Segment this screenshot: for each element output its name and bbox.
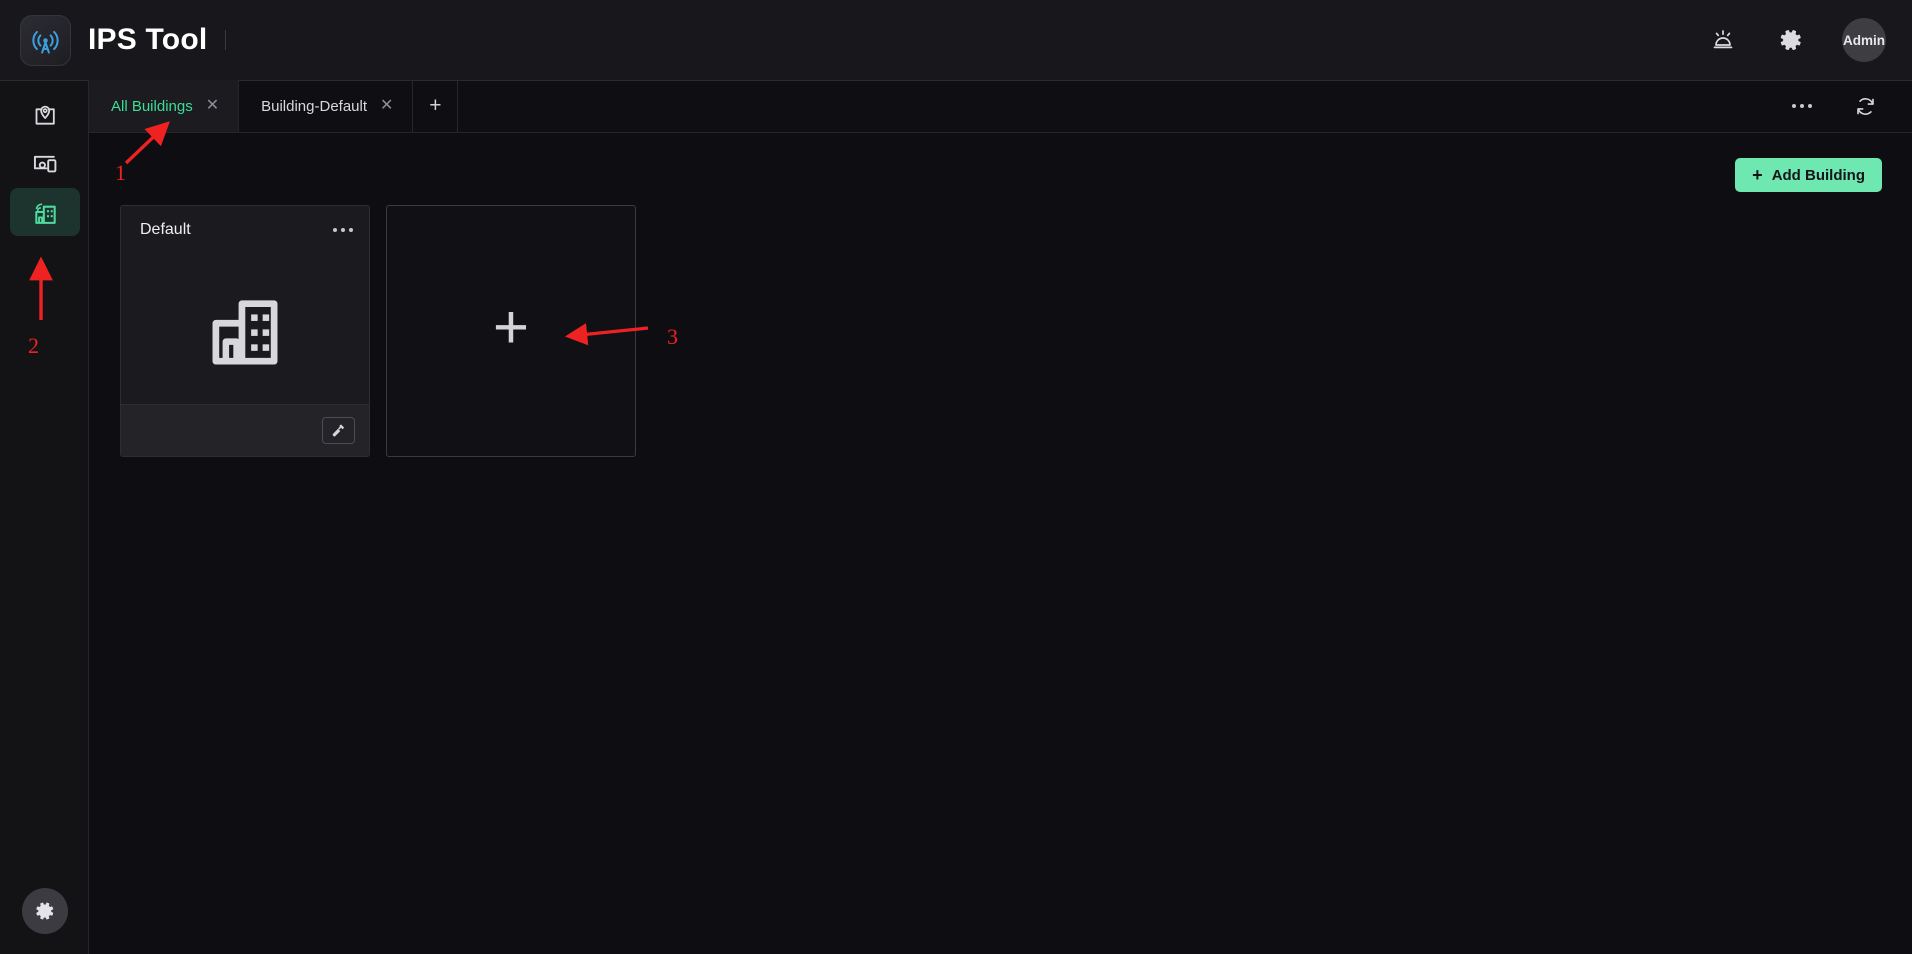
sidebar-item-map[interactable] (10, 92, 80, 140)
alarm-button[interactable] (1706, 23, 1740, 57)
building-card[interactable]: Default (120, 205, 370, 457)
content-area: + Add Building Default + (89, 133, 1912, 954)
refresh-icon (1856, 97, 1874, 115)
building-card-header: Default (121, 206, 369, 254)
dot (1808, 104, 1812, 108)
hammer-icon (332, 424, 345, 437)
tab-all-buildings[interactable]: All Buildings ✕ (89, 80, 240, 132)
app-root: IPS Tool Admin All Buildings ✕ Building-… (0, 0, 1912, 954)
tab-building-default[interactable]: Building-Default ✕ (239, 80, 414, 132)
gear-icon (36, 902, 54, 920)
alarm-icon (1713, 30, 1733, 49)
dot (349, 228, 353, 232)
app-logo (20, 14, 71, 66)
devices-icon (33, 155, 56, 172)
building-card-grid: Default + (120, 205, 636, 457)
add-building-label: Add Building (1771, 166, 1865, 184)
tab-label: All Buildings (111, 97, 193, 115)
more-options-button[interactable] (1792, 104, 1812, 108)
tab-bar: All Buildings ✕ Building-Default ✕ + (89, 80, 1912, 133)
dot (1792, 104, 1796, 108)
tab-close-icon[interactable]: ✕ (206, 98, 219, 114)
building-card-footer (121, 404, 369, 456)
add-building-card[interactable]: + (386, 205, 636, 457)
sidebar (0, 81, 89, 954)
sidebar-settings-button[interactable] (22, 888, 68, 934)
sidebar-item-buildings[interactable] (10, 188, 80, 236)
tabbar-actions (1792, 80, 1882, 132)
gear-icon (1780, 30, 1801, 51)
building-card-title: Default (140, 221, 191, 238)
dot (333, 228, 337, 232)
header-divider (225, 30, 227, 50)
building-icon (34, 202, 56, 224)
settings-button[interactable] (1774, 23, 1808, 57)
dot (341, 228, 345, 232)
building-card-menu-button[interactable] (333, 228, 353, 232)
add-building-button[interactable]: + Add Building (1735, 158, 1882, 192)
plus-icon: + (1752, 165, 1763, 185)
tab-label: Building-Default (261, 97, 368, 115)
tab-close-icon[interactable]: ✕ (380, 98, 393, 114)
refresh-button[interactable] (1848, 89, 1882, 123)
map-pin-icon (35, 105, 55, 125)
plus-icon: + (492, 293, 530, 362)
sidebar-item-devices[interactable] (10, 140, 80, 188)
building-icon (212, 300, 278, 365)
header-actions: Admin (1706, 18, 1886, 62)
avatar[interactable]: Admin (1842, 18, 1886, 62)
building-tool-button[interactable] (322, 417, 355, 444)
app-header: IPS Tool Admin (0, 0, 1912, 81)
radio-tower-icon (32, 30, 59, 54)
add-tab-button[interactable]: + (413, 80, 459, 132)
app-title: IPS Tool (88, 23, 208, 56)
dot (1800, 104, 1804, 108)
building-card-body (121, 254, 369, 404)
